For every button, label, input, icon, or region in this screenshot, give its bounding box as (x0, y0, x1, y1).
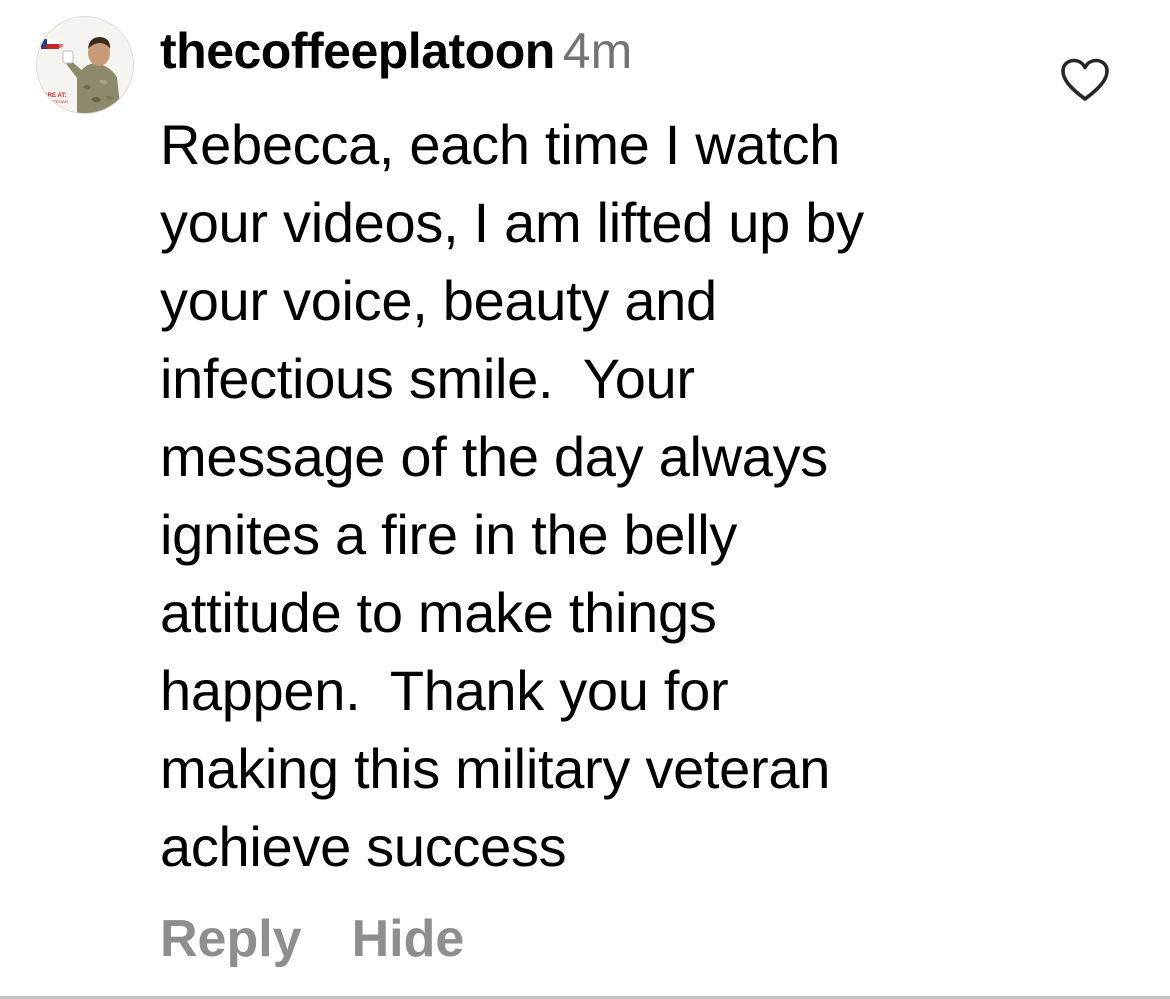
comment-timestamp: 4m (562, 23, 633, 79)
comment-item: OE SHIP ORE AT: VETERANS thecoffeeplatoo… (0, 0, 1170, 999)
avatar-small-text: VETERANS (49, 100, 69, 104)
comment-text-line: message of the day always (160, 425, 828, 488)
comment-text-line: Rebecca, each time I watch (160, 113, 841, 176)
comment-text-line: ignites a fire in the belly (160, 503, 738, 566)
reply-button[interactable]: Reply (160, 906, 302, 972)
like-button[interactable] (1060, 58, 1110, 102)
comment-text-line: infectious smile. Your (160, 347, 695, 410)
comment-text: Rebecca, each time I watch your videos, … (160, 106, 1120, 886)
comment-text-line: your videos, I am lifted up by (160, 191, 864, 254)
comment-actions: Reply Hide (160, 906, 514, 972)
avatar-bottom-text: ORE AT: (43, 93, 66, 99)
comment-text-line: making this military veteran (160, 737, 831, 800)
comment-text-line: achieve success (160, 815, 567, 878)
comment-text-line: happen. Thank you for (160, 659, 729, 722)
soldier-avatar-icon: OE SHIP ORE AT: VETERANS (37, 17, 133, 113)
comment-text-line: your voice, beauty and (160, 269, 717, 332)
heart-outline-icon (1061, 58, 1109, 101)
comment-header: thecoffeeplatoon 4m (160, 22, 632, 80)
comment-text-line: attitude to make things (160, 581, 717, 644)
username-link[interactable]: thecoffeeplatoon (160, 23, 555, 79)
avatar-top-text: OE SHIP (43, 44, 64, 50)
hide-button[interactable]: Hide (352, 906, 465, 972)
avatar[interactable]: OE SHIP ORE AT: VETERANS (36, 16, 134, 114)
